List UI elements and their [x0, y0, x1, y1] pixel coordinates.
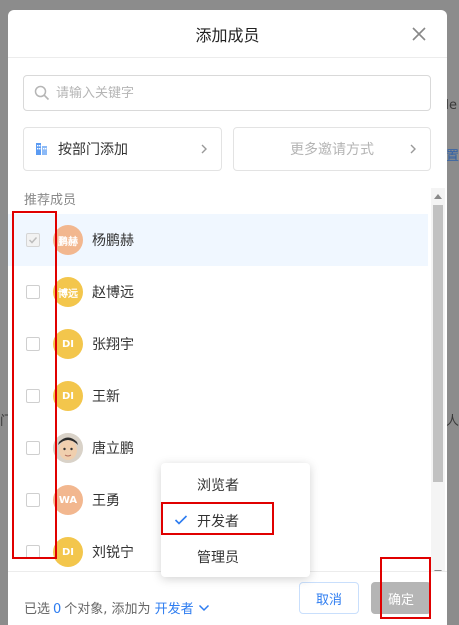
- close-icon[interactable]: [409, 24, 429, 44]
- member-row[interactable]: 博远 赵博远: [8, 266, 428, 318]
- add-by-department-button[interactable]: 按部门添加: [23, 127, 222, 171]
- add-by-department-label: 按部门添加: [58, 142, 128, 158]
- member-name: 赵博远: [92, 285, 134, 301]
- member-row[interactable]: 鹏赫 杨鹏赫: [8, 214, 428, 266]
- avatar: WA: [53, 485, 83, 515]
- role-option-developer[interactable]: 开发者: [161, 503, 310, 539]
- selected-suffix: 个对象, 添加为: [64, 602, 151, 617]
- recommended-members-label: 推荐成员: [24, 193, 77, 208]
- selected-count: 0: [53, 602, 62, 617]
- member-checkbox[interactable]: [26, 545, 40, 559]
- member-checkbox[interactable]: [26, 493, 40, 507]
- department-icon: [36, 143, 47, 155]
- search-box[interactable]: [23, 75, 431, 111]
- avatar: DI: [53, 537, 83, 567]
- dialog-title: 添加成员: [195, 25, 260, 45]
- chevron-right-icon: [410, 144, 416, 154]
- dialog-footer: 已选 0 个对象, 添加为 开发者 取消 确定: [8, 571, 447, 625]
- member-checkbox[interactable]: [26, 285, 40, 299]
- member-name: 杨鹏赫: [92, 233, 134, 249]
- role-option-admin[interactable]: 管理员: [161, 539, 310, 575]
- avatar-photo: [53, 433, 83, 463]
- dialog-header: 添加成员: [8, 10, 447, 58]
- role-dropdown-value: 开发者: [154, 602, 194, 617]
- selected-prefix: 已选: [24, 602, 51, 617]
- check-icon: [28, 236, 38, 244]
- role-dropdown[interactable]: 开发者: [155, 602, 210, 617]
- member-checkbox[interactable]: [26, 337, 40, 351]
- chevron-right-icon: [201, 144, 207, 154]
- check-icon: [174, 515, 188, 525]
- avatar: DI: [53, 329, 83, 359]
- member-name: 刘锐宁: [92, 545, 134, 561]
- avatar: DI: [53, 381, 83, 411]
- avatar: 鹏赫: [53, 225, 83, 255]
- chevron-down-icon: [198, 604, 209, 612]
- cancel-button[interactable]: 取消: [299, 582, 359, 614]
- scrollbar-thumb[interactable]: [433, 205, 443, 482]
- role-option-label: 开发者: [197, 514, 239, 530]
- member-name: 唐立鹏: [92, 441, 134, 457]
- member-name: 张翔宇: [92, 337, 134, 353]
- member-checkbox[interactable]: [26, 389, 40, 403]
- member-name: 王新: [92, 389, 120, 405]
- member-row[interactable]: DI 张翔宇: [8, 318, 428, 370]
- member-row[interactable]: DI 王新: [8, 370, 428, 422]
- selection-summary: 已选 0 个对象, 添加为 开发者: [24, 598, 210, 617]
- more-invite-label: 更多邀请方式: [290, 142, 374, 158]
- member-list-scrollbar[interactable]: [431, 188, 445, 581]
- role-dropdown-menu: 浏览者 开发者 管理员: [161, 463, 310, 577]
- member-name: 王勇: [92, 493, 120, 509]
- role-option-viewer[interactable]: 浏览者: [161, 467, 310, 503]
- search-input[interactable]: [56, 85, 396, 101]
- avatar: 博远: [53, 277, 83, 307]
- role-option-label: 浏览者: [197, 478, 239, 494]
- member-checkbox[interactable]: [26, 233, 40, 247]
- member-checkbox[interactable]: [26, 441, 40, 455]
- search-icon: [34, 85, 50, 101]
- more-invite-button[interactable]: 更多邀请方式: [233, 127, 431, 171]
- role-option-label: 管理员: [197, 550, 239, 566]
- scroll-up-arrow-icon[interactable]: [434, 194, 442, 199]
- confirm-button[interactable]: 确定: [371, 582, 431, 614]
